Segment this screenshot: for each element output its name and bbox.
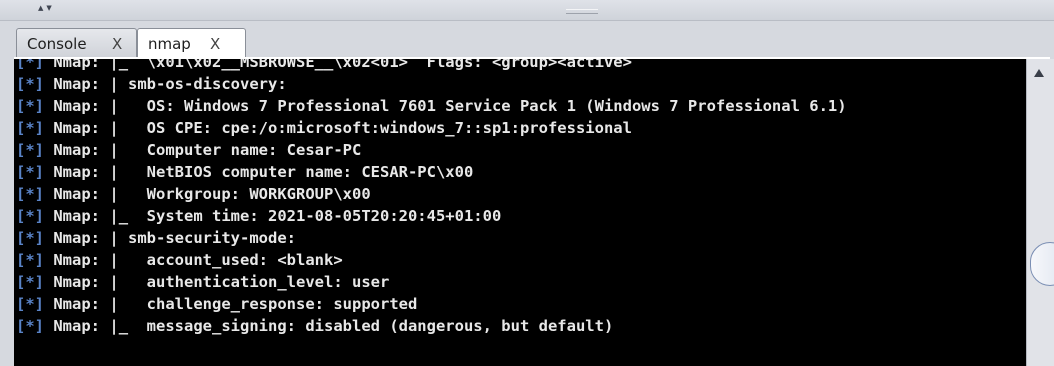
line-tag: Nmap: — [53, 97, 101, 115]
line-prefix: [*] — [16, 229, 44, 247]
console-line: [*] Nmap: | smb-os-discovery: — [16, 73, 847, 95]
line-tag: Nmap: — [53, 273, 101, 291]
line-tag: Nmap: — [53, 207, 101, 225]
nmap-console-window: ▲▼ Console X nmap X [*] Nmap: |_ \x01\x0… — [0, 0, 1054, 366]
line-prefix: [*] — [16, 251, 44, 269]
line-text: |_ message_signing: disabled (dangerous,… — [109, 317, 614, 335]
close-icon[interactable]: X — [112, 35, 122, 53]
line-text: |_ System time: 2021-08-05T20:20:45+01:0… — [109, 207, 502, 225]
line-tag: Nmap: — [53, 59, 101, 71]
console-line: [*] Nmap: | Workgroup: WORKGROUP\x00 — [16, 183, 847, 205]
console-line: [*] Nmap: |_ \x01\x02__MSBROWSE__\x02<01… — [16, 59, 847, 73]
line-text: | Computer name: Cesar-PC — [109, 141, 362, 159]
line-prefix: [*] — [16, 295, 44, 313]
line-prefix: [*] — [16, 317, 44, 335]
line-tag: Nmap: — [53, 75, 101, 93]
line-text: | Workgroup: WORKGROUP\x00 — [109, 185, 371, 203]
line-prefix: [*] — [16, 163, 44, 181]
line-prefix: [*] — [16, 207, 44, 225]
line-prefix: [*] — [16, 141, 44, 159]
console-line: [*] Nmap: | smb-security-mode: — [16, 227, 847, 249]
scroll-thumb[interactable] — [1030, 242, 1054, 286]
line-prefix: [*] — [16, 119, 44, 137]
console-line: [*] Nmap: | OS: Windows 7 Professional 7… — [16, 95, 847, 117]
line-prefix: [*] — [16, 185, 44, 203]
line-text: | smb-security-mode: — [109, 229, 296, 247]
line-tag: Nmap: — [53, 229, 101, 247]
scroll-up-arrow-icon[interactable] — [1034, 69, 1044, 77]
line-prefix: [*] — [16, 75, 44, 93]
console-line: [*] Nmap: |_ message_signing: disabled (… — [16, 315, 847, 337]
line-tag: Nmap: — [53, 185, 101, 203]
line-tag: Nmap: — [53, 317, 101, 335]
line-tag: Nmap: — [53, 295, 101, 313]
line-prefix: [*] — [16, 97, 44, 115]
console-line: [*] Nmap: | NetBIOS computer name: CESAR… — [16, 161, 847, 183]
console-line: [*] Nmap: | Computer name: Cesar-PC — [16, 139, 847, 161]
tab-console[interactable]: Console X — [16, 28, 137, 57]
console-lines: [*] Nmap: |_ \x01\x02__MSBROWSE__\x02<01… — [16, 59, 847, 337]
split-arrows-icon[interactable]: ▲▼ — [38, 4, 55, 12]
line-tag: Nmap: — [53, 251, 101, 269]
tab-nmap[interactable]: nmap X — [137, 28, 246, 59]
console-line: [*] Nmap: | OS CPE: cpe:/o:microsoft:win… — [16, 117, 847, 139]
line-prefix: [*] — [16, 273, 44, 291]
tab-console-label: Console — [27, 35, 87, 53]
tab-nmap-label: nmap — [148, 35, 191, 53]
tab-strip: Console X nmap X — [0, 21, 1054, 59]
line-text: | NetBIOS computer name: CESAR-PC\x00 — [109, 163, 474, 181]
line-text: | challenge_response: supported — [109, 295, 418, 313]
line-tag: Nmap: — [53, 163, 101, 181]
close-icon[interactable]: X — [210, 35, 220, 53]
console-line: [*] Nmap: |_ System time: 2021-08-05T20:… — [16, 205, 847, 227]
line-text: |_ \x01\x02__MSBROWSE__\x02<01> Flags: <… — [109, 59, 632, 71]
line-text: | account_used: <blank> — [109, 251, 343, 269]
console-line: [*] Nmap: | authentication_level: user — [16, 271, 847, 293]
vertical-scrollbar[interactable] — [1026, 59, 1054, 366]
console-output[interactable]: [*] Nmap: |_ \x01\x02__MSBROWSE__\x02<01… — [14, 59, 1026, 366]
console-line: [*] Nmap: | challenge_response: supporte… — [16, 293, 847, 315]
console-line: [*] Nmap: | account_used: <blank> — [16, 249, 847, 271]
split-pane-divider[interactable]: ▲▼ — [0, 0, 1054, 21]
line-text: | OS: Windows 7 Professional 7601 Servic… — [109, 97, 847, 115]
line-tag: Nmap: — [53, 119, 101, 137]
line-text: | smb-os-discovery: — [109, 75, 287, 93]
line-tag: Nmap: — [53, 141, 101, 159]
line-prefix: [*] — [16, 59, 44, 71]
line-text: | OS CPE: cpe:/o:microsoft:windows_7::sp… — [109, 119, 632, 137]
split-grip-icon[interactable] — [566, 9, 598, 14]
line-text: | authentication_level: user — [109, 273, 390, 291]
